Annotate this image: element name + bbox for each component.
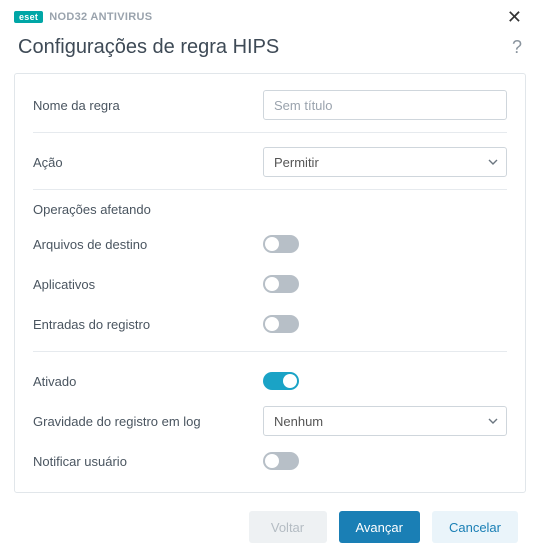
notify-user-toggle[interactable] xyxy=(263,452,299,470)
cancel-button[interactable]: Cancelar xyxy=(432,511,518,543)
rule-name-input[interactable] xyxy=(263,90,507,120)
separator xyxy=(33,189,507,190)
footer: Voltar Avançar Cancelar xyxy=(0,493,540,543)
row-log-severity: Gravidade do registro em log Nenhum xyxy=(33,404,507,438)
row-action: Ação Permitir xyxy=(33,145,507,179)
log-severity-select[interactable]: Nenhum xyxy=(263,406,507,436)
header: Configurações de regra HIPS ? xyxy=(0,28,540,73)
rule-name-label: Nome da regra xyxy=(33,98,263,113)
separator xyxy=(33,132,507,133)
row-rule-name: Nome da regra xyxy=(33,88,507,122)
titlebar: eset NOD32 ANTIVIRUS ✕ xyxy=(0,0,540,28)
row-enabled: Ativado xyxy=(33,364,507,398)
enabled-label: Ativado xyxy=(33,374,263,389)
page-title: Configurações de regra HIPS xyxy=(18,36,279,59)
action-label: Ação xyxy=(33,155,263,170)
row-registry-entries: Entradas do registro xyxy=(33,307,507,341)
brand-product: NOD32 ANTIVIRUS xyxy=(49,11,152,23)
target-files-label: Arquivos de destino xyxy=(33,237,263,252)
log-severity-label: Gravidade do registro em log xyxy=(33,414,263,429)
apps-label: Aplicativos xyxy=(33,277,263,292)
next-button[interactable]: Avançar xyxy=(339,511,420,543)
separator xyxy=(33,351,507,352)
target-files-toggle[interactable] xyxy=(263,235,299,253)
close-icon[interactable]: ✕ xyxy=(503,6,526,28)
enabled-toggle[interactable] xyxy=(263,372,299,390)
registry-entries-label: Entradas do registro xyxy=(33,317,263,332)
row-target-files: Arquivos de destino xyxy=(33,227,507,261)
action-select[interactable]: Permitir xyxy=(263,147,507,177)
help-icon[interactable]: ? xyxy=(512,37,522,58)
row-apps: Aplicativos xyxy=(33,267,507,301)
row-notify-user: Notificar usuário xyxy=(33,444,507,478)
apps-toggle[interactable] xyxy=(263,275,299,293)
settings-panel: Nome da regra Ação Permitir Operações af… xyxy=(14,73,526,493)
back-button: Voltar xyxy=(249,511,327,543)
brand-badge: eset xyxy=(14,11,43,23)
operations-section-label: Operações afetando xyxy=(33,202,507,217)
notify-user-label: Notificar usuário xyxy=(33,454,263,469)
registry-entries-toggle[interactable] xyxy=(263,315,299,333)
